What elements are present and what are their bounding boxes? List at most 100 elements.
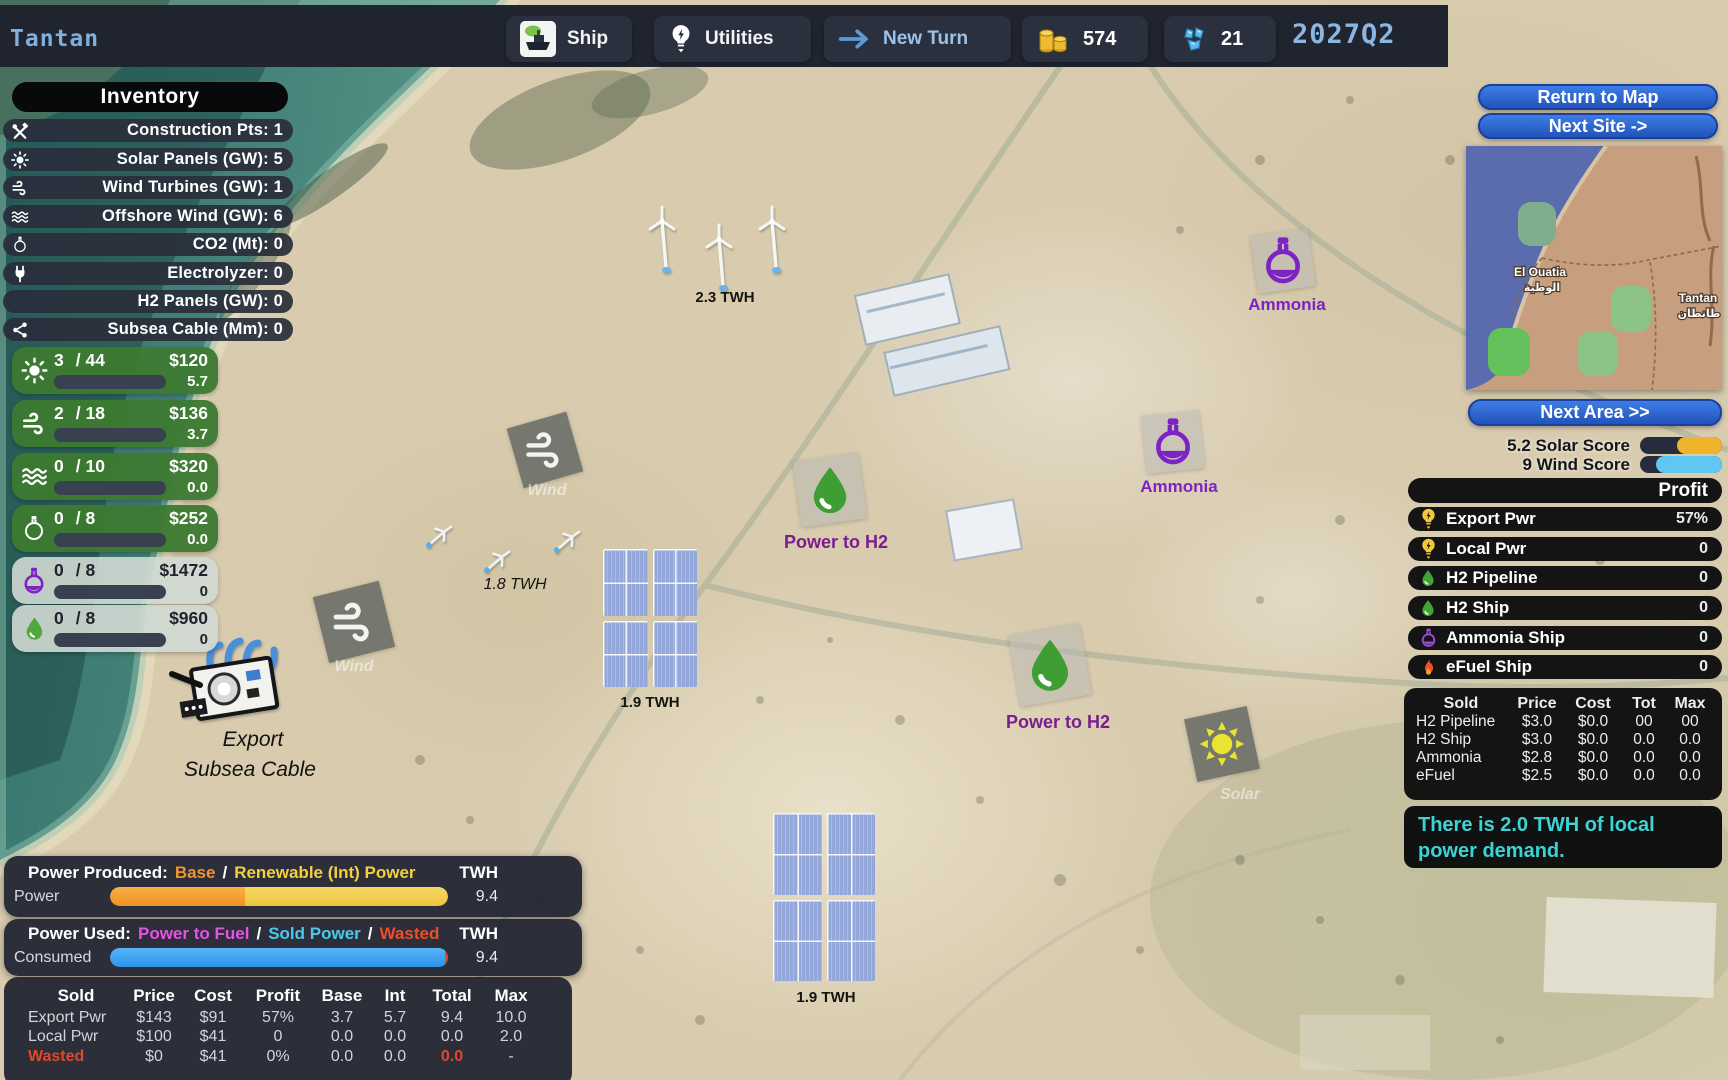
inventory-item-subsea-cable: Subsea Cable (Mm): 0 <box>3 318 293 341</box>
flask-icon <box>22 515 46 543</box>
ship-button[interactable]: Ship <box>506 16 632 62</box>
share-icon <box>11 321 29 339</box>
inventory-item-label: Wind Turbines (GW): 1 <box>102 178 283 197</box>
power-to-h2-tile[interactable] <box>1008 623 1091 706</box>
solar-output-label: 1.9 TWH <box>756 989 896 1006</box>
waves-icon <box>21 463 48 490</box>
turn-date: 2027Q2 <box>1292 19 1396 50</box>
coins-icon <box>1036 23 1072 55</box>
build-capacity: / 44 <box>76 351 105 370</box>
inventory-item-offshore-wind: Offshore Wind (GW): 6 <box>3 205 293 228</box>
return-to-map-label: Return to Map <box>1538 87 1659 108</box>
build-row-wind[interactable]: 2/ 18$136 3.7 <box>12 400 218 447</box>
ammonia-tile[interactable] <box>1141 410 1205 474</box>
small-wind-output-label: 1.8 TWH <box>445 576 585 594</box>
solar-farm[interactable] <box>603 549 697 687</box>
build-capacity: / 18 <box>76 404 105 423</box>
solar-farm[interactable] <box>773 813 875 981</box>
produced-unit: TWH <box>459 863 498 883</box>
solar-tile-label: Solar <box>1185 786 1295 804</box>
build-progress-bar <box>54 633 166 647</box>
power-to-h2-label: Power to H2 <box>758 532 914 553</box>
build-count: 2 <box>54 404 64 423</box>
sun-icon <box>11 151 29 169</box>
h2-droplet-icon <box>1419 599 1437 617</box>
fuel-sales-table: Sold Price Cost Tot Max H2 Pipeline$3.0$… <box>1404 688 1722 800</box>
site-title: Tantan <box>10 26 99 52</box>
build-row-electrolyzer[interactable]: 0/ 8$252 0.0 <box>12 505 218 552</box>
small-wind-turbine[interactable] <box>478 543 514 579</box>
profit-header-label: Profit <box>1658 480 1708 502</box>
build-capacity: / 8 <box>76 561 95 580</box>
build-count: 0 <box>54 457 64 476</box>
ammonia-flask-icon <box>1151 417 1195 467</box>
build-row-solar[interactable]: 3/ 44$120 5.7 <box>12 347 218 394</box>
inventory-header: Inventory <box>12 82 288 112</box>
wind-turbine[interactable] <box>750 205 794 283</box>
inventory-item-wind: Wind Turbines (GW): 1 <box>3 176 293 199</box>
solar-module <box>773 900 822 982</box>
build-row-offshore-wind[interactable]: 0/ 10$320 0.0 <box>12 453 218 500</box>
profit-row-label: Local Pwr <box>1446 539 1526 559</box>
lightbulb-icon <box>1419 508 1438 530</box>
power-table-header-row: Sold Price Cost Profit Base Int Total Ma… <box>28 986 572 1006</box>
profit-row-value: 0 <box>1658 569 1708 587</box>
table-row: Ammonia$2.8$0.00.00.0 <box>1412 749 1714 767</box>
wind-tile-label: Wind <box>318 658 390 676</box>
solar-module <box>653 549 698 616</box>
profit-row-value: 0 <box>1658 629 1708 647</box>
next-site-button[interactable]: Next Site -> <box>1478 113 1718 139</box>
col-price: Price <box>1510 695 1564 713</box>
ammonia-tile[interactable] <box>1250 228 1316 294</box>
power-to-h2-tile[interactable] <box>793 453 868 528</box>
build-row-h2[interactable]: 0/ 8$960 0 <box>12 605 218 652</box>
build-output: 3.7 <box>174 426 208 443</box>
new-turn-button[interactable]: New Turn <box>824 16 1011 62</box>
power-produced-bar <box>110 887 448 906</box>
minimap[interactable]: El Ouatia الوطية Tantan طانطان <box>1466 146 1722 390</box>
solar-score-label: 5.2 Solar Score <box>1460 436 1630 456</box>
lightbulb-icon <box>668 24 694 54</box>
minimap-town1-label: El Ouatia <box>1514 265 1566 279</box>
build-capacity: / 8 <box>76 509 95 528</box>
wind-farm-output-label: 2.3 TWH <box>655 289 795 306</box>
utilities-button[interactable]: Utilities <box>654 16 811 62</box>
ammonia-flask-icon <box>1261 236 1305 286</box>
profit-row-value: 0 <box>1658 599 1708 617</box>
build-price: $960 <box>169 609 208 628</box>
next-area-button[interactable]: Next Area >> <box>1468 399 1722 426</box>
wind-score-label: 9 Wind Score <box>1460 455 1630 475</box>
inventory-item-solar: Solar Panels (GW): 5 <box>3 148 293 171</box>
table-row: Local Pwr$100$4100.00.00.02.0 <box>28 1027 572 1047</box>
return-to-map-button[interactable]: Return to Map <box>1478 84 1718 110</box>
col-tot: Tot <box>1622 695 1666 713</box>
wind-turbine[interactable] <box>640 205 684 283</box>
ship-icon <box>520 21 556 57</box>
coins-indicator: 574 <box>1022 16 1148 62</box>
h2-droplet-icon <box>804 464 856 516</box>
flame-icon <box>1420 657 1437 677</box>
profit-row-value: 0 <box>1658 658 1708 676</box>
solar-module <box>653 621 698 688</box>
build-row-ammonia[interactable]: 0/ 8$1472 0 <box>12 557 218 604</box>
used-sold-legend: Sold Power <box>268 924 361 944</box>
small-wind-turbine[interactable] <box>548 523 584 559</box>
solar-site-tile[interactable] <box>1184 706 1260 782</box>
build-count: 0 <box>54 509 64 528</box>
coins-count: 574 <box>1083 28 1116 51</box>
water-count: 21 <box>1221 28 1243 51</box>
build-count: 0 <box>54 609 64 628</box>
power-used-panel: Power Used: Power to Fuel / Sold Power /… <box>4 919 582 976</box>
sun-icon <box>1198 720 1246 768</box>
build-output: 0 <box>174 631 208 648</box>
used-unit: TWH <box>459 924 498 944</box>
build-progress-bar <box>54 585 166 599</box>
scrub-patch <box>457 50 663 190</box>
solar-output-label: 1.9 TWH <box>580 694 720 711</box>
col-sold: Sold <box>1412 695 1510 713</box>
inventory-item-co2: CO2 (Mt): 0 <box>3 233 293 256</box>
tools-icon <box>11 122 29 140</box>
build-capacity: / 10 <box>76 457 105 476</box>
inventory-item-label: Electrolyzer: 0 <box>167 264 283 283</box>
small-wind-turbine[interactable] <box>420 518 456 554</box>
